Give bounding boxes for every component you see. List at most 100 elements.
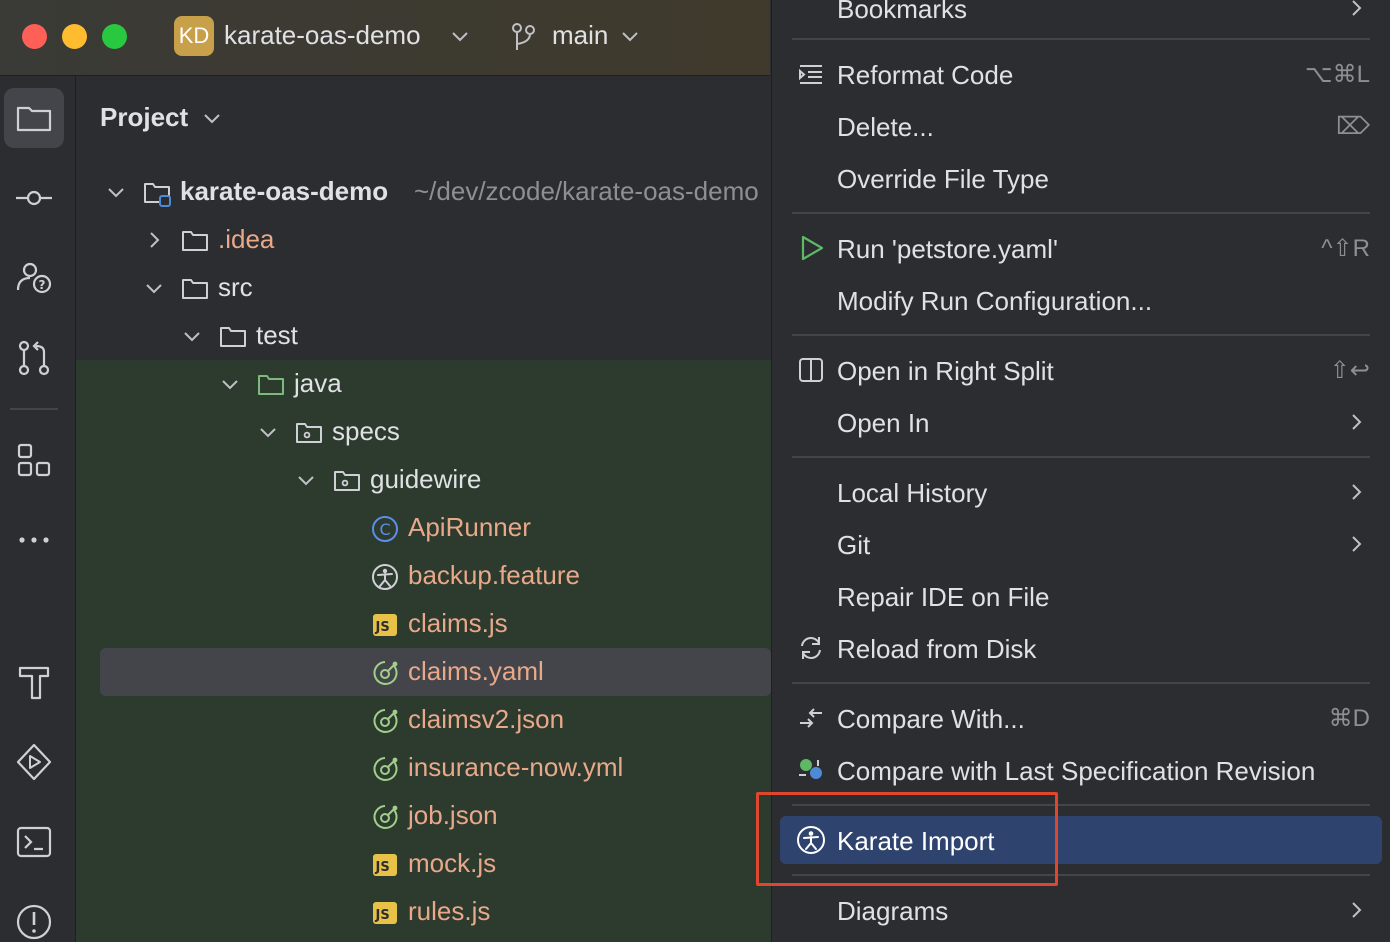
tree-row[interactable]: C ApiRunner bbox=[76, 504, 771, 552]
tree-row[interactable]: JS mock.js bbox=[76, 840, 771, 888]
chevron-down-icon[interactable] bbox=[180, 324, 204, 348]
menu-item-bookmarks[interactable]: Bookmarks bbox=[780, 0, 1382, 32]
tree-row[interactable]: karate-oas-demo ~/dev/zcode/karate-oas-de… bbox=[76, 168, 771, 216]
terminal-tool-button[interactable] bbox=[4, 812, 64, 872]
services-tool-button[interactable] bbox=[4, 732, 64, 792]
chevron-right-icon[interactable] bbox=[142, 228, 166, 252]
openapi-icon bbox=[373, 757, 398, 781]
branch-name[interactable]: main bbox=[552, 20, 608, 51]
tree-row[interactable]: job.json bbox=[76, 792, 771, 840]
chevron-right-icon bbox=[1352, 414, 1362, 430]
problems-tool-button[interactable] bbox=[4, 892, 64, 942]
more-tools-button[interactable] bbox=[4, 510, 64, 570]
structure-icon bbox=[17, 443, 51, 477]
project-name[interactable]: karate-oas-demo bbox=[224, 20, 421, 51]
project-panel: Project karate-oas-demo ~/dev/zcode/karat… bbox=[76, 76, 771, 942]
menu-item-label: Local History bbox=[837, 478, 988, 508]
chevron-down-icon[interactable] bbox=[620, 24, 640, 48]
project-tool-button[interactable] bbox=[4, 88, 64, 148]
tool-window-strip: ? bbox=[0, 76, 76, 942]
tree-row[interactable]: claims.yaml bbox=[76, 648, 771, 696]
menu-item-label: Diagrams bbox=[837, 896, 949, 926]
menu-item-override-file-type[interactable]: Override File Type bbox=[780, 154, 1382, 202]
menu-item-git[interactable]: Git bbox=[780, 520, 1382, 568]
tree-row[interactable]: specs bbox=[76, 408, 771, 456]
menu-item-local-history[interactable]: Local History bbox=[780, 468, 1382, 516]
openapi-icon bbox=[373, 709, 398, 733]
zoom-window-button[interactable] bbox=[102, 24, 127, 49]
svg-text:JS: JS bbox=[375, 620, 390, 635]
menu-item-label: Bookmarks bbox=[837, 0, 968, 24]
tree-row[interactable]: src bbox=[76, 264, 771, 312]
menu-item-run[interactable]: Run 'petstore.yaml' ^⇧R bbox=[780, 224, 1382, 272]
openapi-icon bbox=[373, 805, 398, 829]
menu-item-open-in[interactable]: Open In bbox=[780, 398, 1382, 446]
menu-item-label: Compare With... bbox=[837, 704, 1025, 734]
compare-icon bbox=[800, 708, 822, 728]
menu-item-label: Delete... bbox=[837, 112, 934, 142]
chevron-down-icon[interactable] bbox=[450, 24, 470, 48]
tree-row[interactable]: JS claims.js bbox=[76, 600, 771, 648]
tree-row[interactable]: backup.feature bbox=[76, 552, 771, 600]
menu-item-reload-from-disk[interactable]: Reload from Disk bbox=[780, 624, 1382, 672]
tree-row[interactable]: insurance-now.yml bbox=[76, 744, 771, 792]
menu-item-open-in-right-split[interactable]: Open in Right Split ⇧↩ bbox=[780, 346, 1382, 394]
js-icon: JS bbox=[373, 614, 397, 636]
close-window-button[interactable] bbox=[22, 24, 47, 49]
menu-item-delete[interactable]: Delete... ⌦ bbox=[780, 102, 1382, 150]
tree-row[interactable]: test bbox=[76, 312, 771, 360]
tree-item-label: job.json bbox=[408, 800, 498, 830]
chevron-right-icon bbox=[1352, 484, 1362, 500]
menu-item-compare-spec-revision[interactable]: Compare with Last Specification Revision bbox=[780, 746, 1382, 794]
commit-tool-button[interactable] bbox=[4, 168, 64, 228]
folder-icon bbox=[182, 231, 208, 251]
tree-row[interactable]: java bbox=[76, 360, 771, 408]
shortcut-label: ⇧↩ bbox=[1329, 357, 1370, 384]
menu-item-compare-with[interactable]: Compare With... ⌘D bbox=[780, 694, 1382, 742]
build-tool-button[interactable] bbox=[4, 652, 64, 712]
chevron-down-icon[interactable] bbox=[218, 372, 242, 396]
karate-icon bbox=[372, 564, 398, 590]
tree-item-label: claims.yaml bbox=[408, 656, 544, 686]
pull-request-icon bbox=[18, 340, 50, 376]
tree-item-label: src bbox=[218, 272, 253, 302]
tree-item-label: mock.js bbox=[408, 848, 497, 878]
commit-icon bbox=[16, 190, 52, 206]
chevron-down-icon[interactable] bbox=[202, 108, 222, 128]
folder-icon bbox=[220, 327, 246, 347]
tree-item-label: guidewire bbox=[370, 464, 482, 494]
menu-item-label: Repair IDE on File bbox=[837, 582, 1050, 612]
title-bar: KD karate-oas-demo main bbox=[0, 0, 770, 76]
chevron-down-icon[interactable] bbox=[142, 276, 166, 300]
terminal-icon bbox=[16, 826, 52, 858]
more-horizontal-icon bbox=[19, 537, 49, 543]
hammer-icon bbox=[18, 666, 50, 700]
tree-row[interactable]: claimsv2.json bbox=[76, 696, 771, 744]
tree-row[interactable]: JS rules.js bbox=[76, 888, 771, 936]
chevron-down-icon[interactable] bbox=[294, 468, 318, 492]
minimize-window-button[interactable] bbox=[62, 24, 87, 49]
pull-requests-tool-button[interactable] bbox=[4, 328, 64, 388]
menu-item-diagrams[interactable]: Diagrams bbox=[780, 886, 1382, 934]
tree-item-label: specs bbox=[332, 416, 400, 446]
structure-tool-button[interactable] bbox=[4, 430, 64, 490]
reload-icon bbox=[801, 637, 821, 659]
tree-item-label: claims.js bbox=[408, 608, 508, 638]
panel-title[interactable]: Project bbox=[100, 102, 188, 133]
tree-row[interactable]: guidewire bbox=[76, 456, 771, 504]
chevron-down-icon[interactable] bbox=[256, 420, 280, 444]
menu-item-repair-ide[interactable]: Repair IDE on File bbox=[780, 572, 1382, 620]
menu-item-reformat-code[interactable]: Reformat Code ⌥⌘L bbox=[780, 50, 1382, 98]
spec-compare-icon bbox=[799, 759, 822, 779]
package-icon bbox=[296, 423, 322, 443]
chevron-right-icon bbox=[1352, 0, 1362, 16]
ai-assistant-tool-button[interactable]: ? bbox=[4, 248, 64, 308]
openapi-icon bbox=[373, 661, 398, 685]
chevron-right-icon bbox=[1352, 536, 1362, 552]
menu-item-modify-run-configuration[interactable]: Modify Run Configuration... bbox=[780, 276, 1382, 324]
svg-text:?: ? bbox=[39, 278, 46, 292]
package-icon bbox=[334, 471, 360, 491]
chevron-down-icon[interactable] bbox=[104, 180, 128, 204]
project-badge[interactable]: KD bbox=[174, 16, 214, 56]
tree-row[interactable]: .idea bbox=[76, 216, 771, 264]
